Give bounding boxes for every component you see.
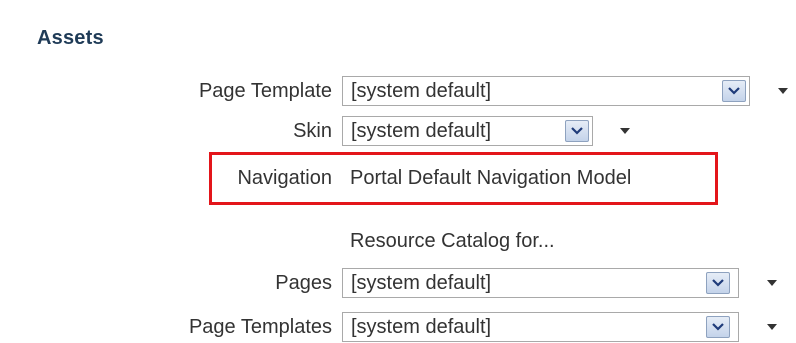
skin-select-value: [system default] (351, 120, 492, 142)
pages-dropdown-button[interactable] (706, 272, 730, 294)
page-template-select[interactable]: [system default] (342, 76, 750, 106)
skin-label: Skin (293, 120, 332, 142)
resource-catalog-heading: Resource Catalog for... (350, 230, 555, 252)
chevron-down-icon (712, 323, 724, 331)
skin-menu-caret-icon[interactable] (620, 128, 630, 134)
pages-label: Pages (275, 272, 332, 294)
section-title: Assets (37, 27, 104, 49)
navigation-label: Navigation (237, 167, 332, 189)
page-template-select-value: [system default] (351, 80, 492, 102)
page-templates-select-value: [system default] (351, 316, 492, 338)
navigation-value: Portal Default Navigation Model (350, 167, 632, 189)
chevron-down-icon (571, 127, 583, 135)
skin-dropdown-button[interactable] (565, 120, 589, 142)
pages-menu-caret-icon[interactable] (767, 280, 777, 286)
chevron-down-icon (728, 87, 740, 95)
page-template-dropdown-button[interactable] (722, 80, 746, 102)
chevron-down-icon (712, 279, 724, 287)
page-templates-dropdown-button[interactable] (706, 316, 730, 338)
page-template-menu-caret-icon[interactable] (778, 88, 788, 94)
page-templates-menu-caret-icon[interactable] (767, 324, 777, 330)
page-template-label: Page Template (198, 80, 332, 102)
page-templates-label: Page Templates (188, 316, 332, 338)
skin-select[interactable]: [system default] (342, 116, 593, 146)
pages-select-value: [system default] (351, 272, 492, 294)
pages-select[interactable]: [system default] (342, 268, 739, 298)
page-templates-select[interactable]: [system default] (342, 312, 739, 342)
